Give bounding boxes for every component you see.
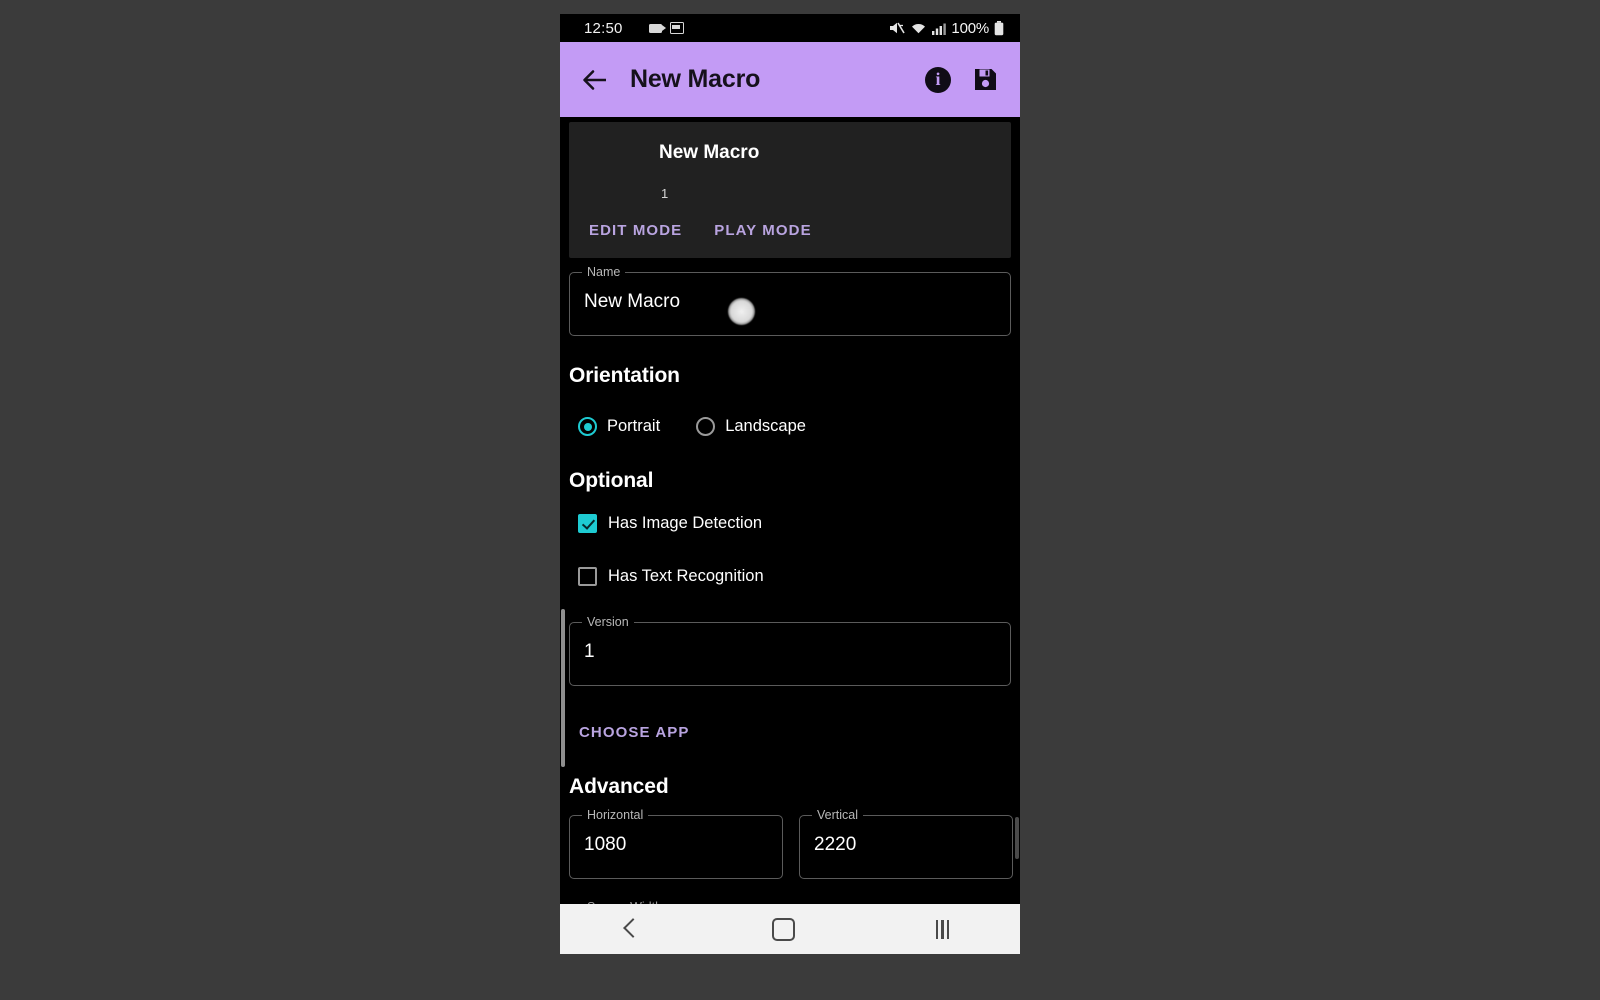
status-bar-clock: 12:50: [584, 19, 623, 37]
info-icon[interactable]: i: [925, 66, 951, 93]
macro-card-subtitle: 1: [661, 186, 669, 201]
save-icon[interactable]: [973, 67, 998, 92]
page-title: New Macro: [630, 65, 761, 93]
choose-app-button[interactable]: CHOOSE APP: [579, 724, 689, 741]
wifi-icon: [912, 23, 926, 33]
checkbox-has-image-detection[interactable]: Has Image Detection: [578, 514, 762, 533]
radio-portrait-label: Portrait: [607, 417, 661, 435]
edit-mode-button[interactable]: EDIT MODE: [589, 222, 682, 239]
checkbox-has-text-recognition[interactable]: Has Text Recognition: [578, 567, 764, 586]
macro-card-title: New Macro: [659, 142, 760, 163]
version-field-value: 1: [584, 641, 595, 662]
back-arrow-icon: [583, 69, 606, 90]
radio-portrait-icon: [578, 417, 597, 436]
checkbox-has-text-recognition-label: Has Text Recognition: [608, 567, 764, 585]
optional-heading: Optional: [569, 469, 654, 492]
back-button[interactable]: [574, 59, 616, 101]
radio-landscape[interactable]: Landscape: [696, 417, 806, 436]
version-field-label: Version: [582, 615, 634, 629]
horizontal-field[interactable]: Horizontal 1080: [569, 808, 783, 879]
status-bar-system-icons: 100%: [889, 20, 1004, 37]
checkbox-has-image-detection-icon: [578, 514, 597, 533]
radio-landscape-label: Landscape: [725, 417, 806, 435]
status-bar-notification-icons: [648, 22, 684, 34]
cellular-signal-icon: [932, 23, 947, 35]
version-field[interactable]: Version 1: [569, 615, 1011, 686]
touch-indicator: [728, 298, 755, 325]
radio-landscape-icon: [696, 417, 716, 436]
advanced-heading: Advanced: [569, 775, 669, 798]
horizontal-field-label: Horizontal: [582, 808, 649, 822]
app-bar-actions: i: [925, 66, 998, 93]
vertical-field-label: Vertical: [812, 808, 863, 822]
name-field[interactable]: Name New Macro: [569, 265, 1011, 336]
phone-screen: 12:50 100% New Macro i New Macro 1 EDIT …: [560, 14, 1020, 954]
vertical-field-value: 2220: [814, 834, 857, 855]
screenshot-icon: [669, 22, 684, 34]
radio-portrait[interactable]: Portrait: [578, 417, 660, 436]
name-field-value: New Macro: [584, 291, 681, 312]
checkbox-has-image-detection-label: Has Image Detection: [608, 514, 763, 532]
app-bar: New Macro i: [560, 42, 1020, 117]
checkbox-has-text-recognition-icon: [578, 567, 597, 586]
play-mode-button[interactable]: PLAY MODE: [714, 222, 811, 239]
vertical-field[interactable]: Vertical 2220: [799, 808, 1013, 879]
macro-settings-scroll-area[interactable]: New Macro 1 EDIT MODE PLAY MODE Name New…: [560, 117, 1020, 920]
orientation-radio-group: Portrait Landscape: [578, 417, 806, 436]
system-navigation-bar: [560, 904, 1020, 954]
battery-percent-label: 100%: [951, 19, 989, 37]
status-bar: 12:50 100%: [560, 14, 1020, 42]
macro-summary-card[interactable]: New Macro 1 EDIT MODE PLAY MODE: [569, 122, 1011, 258]
nav-home-icon[interactable]: [771, 917, 795, 941]
scrollbar-right[interactable]: [1015, 817, 1019, 859]
horizontal-field-value: 1080: [584, 834, 627, 855]
scrollbar-left[interactable]: [561, 609, 565, 767]
screenshot-canvas: 12:50 100% New Macro i New Macro 1 EDIT …: [0, 0, 1600, 1000]
cast-icon: [648, 23, 666, 33]
mute-icon: [890, 22, 906, 34]
orientation-heading: Orientation: [569, 364, 680, 387]
name-field-label: Name: [582, 265, 626, 279]
macro-card-actions: EDIT MODE PLAY MODE: [589, 222, 812, 239]
battery-icon: [994, 20, 1004, 35]
nav-recents-icon[interactable]: [935, 919, 950, 939]
